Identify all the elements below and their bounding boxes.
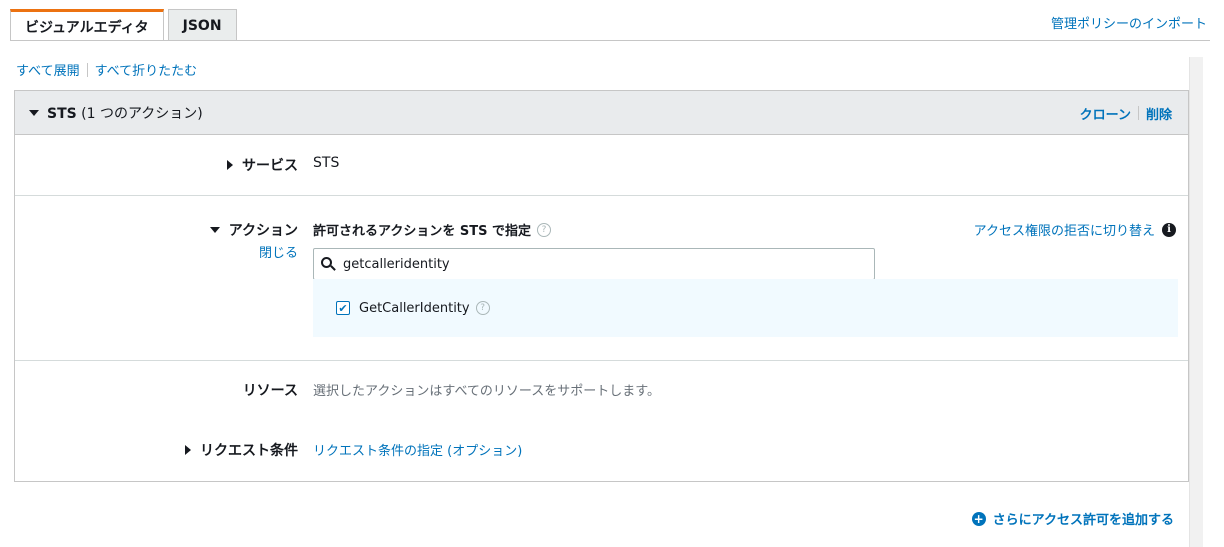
expand-all-link[interactable]: すべて展開 (16, 60, 80, 79)
permission-panel: STS (1 つのアクション) クローン 削除 サービス STS アクション 閉… (14, 90, 1189, 482)
switch-to-deny: アクセス権限の拒否に切り替え i (974, 220, 1176, 239)
collapse-all-link[interactable]: すべて折りたたむ (95, 60, 198, 79)
actions-label-text: アクション (228, 223, 298, 239)
service-label[interactable]: サービス (227, 155, 298, 175)
resources-value: 選択したアクションはすべてのリソースをサポートします。 (313, 384, 660, 399)
resources-row: リソース 選択したアクションはすべてのリソースをサポートします。 リクエスト条件… (15, 361, 1188, 481)
getcalleridentity-checkbox[interactable]: ✔ (336, 301, 350, 315)
help-icon[interactable]: ? (475, 301, 490, 315)
search-icon (321, 256, 336, 272)
action-result-list: ✔ GetCallerIdentity ? (313, 279, 1178, 337)
service-row: サービス STS (15, 135, 1188, 196)
divider (86, 62, 88, 77)
info-icon[interactable]: i (1162, 222, 1176, 237)
plus-circle-icon: + (971, 511, 986, 526)
action-result-label[interactable]: GetCallerIdentity (359, 301, 470, 316)
caret-right-icon[interactable] (227, 160, 233, 170)
resources-label: リソース (242, 383, 298, 399)
clone-link[interactable]: クローン (1080, 104, 1131, 123)
close-link[interactable]: 閉じる (259, 242, 298, 261)
actions-heading: 許可されるアクションを STS で指定 ? (313, 220, 551, 239)
panel-action-count: (1 つのアクション) (81, 105, 203, 122)
request-conditions-label[interactable]: リクエスト条件 (185, 440, 298, 460)
expand-collapse-controls: すべて展開 すべて折りたたむ (16, 60, 197, 79)
caret-right-icon[interactable] (185, 445, 191, 455)
editor-tabs: ビジュアルエディタ JSON (10, 9, 241, 41)
actions-search-input[interactable]: getcalleridentity (313, 248, 875, 280)
tabs-divider (10, 40, 1210, 41)
caret-down-icon[interactable] (209, 227, 220, 233)
panel-service-name: STS (47, 105, 77, 122)
tab-visual-editor[interactable]: ビジュアルエディタ (10, 9, 164, 41)
help-icon[interactable]: ? (537, 222, 551, 237)
specify-request-conditions-link[interactable]: リクエスト条件の指定 (オプション) (313, 440, 522, 459)
panel-title: STS (1 つのアクション) (47, 103, 203, 123)
request-conditions-label-text: リクエスト条件 (200, 443, 298, 459)
tab-json[interactable]: JSON (167, 9, 237, 41)
panel-header-actions: クローン 削除 (1080, 91, 1172, 135)
search-input-value[interactable]: getcalleridentity (343, 257, 450, 272)
service-label-text: サービス (242, 158, 298, 174)
add-permission-button[interactable]: + さらにアクセス許可を追加する (971, 509, 1174, 528)
scrollbar[interactable] (1189, 57, 1203, 547)
add-permission-label[interactable]: さらにアクセス許可を追加する (993, 509, 1174, 528)
caret-down-icon[interactable] (29, 109, 39, 116)
actions-heading-text: 許可されるアクションを STS で指定 (313, 224, 531, 239)
actions-label[interactable]: アクション (209, 220, 298, 240)
import-managed-policy-link[interactable]: 管理ポリシーのインポート (1051, 13, 1207, 32)
switch-to-deny-link[interactable]: アクセス権限の拒否に切り替え (974, 220, 1155, 239)
divider (1137, 106, 1139, 120)
delete-link[interactable]: 削除 (1146, 104, 1172, 123)
panel-header[interactable]: STS (1 つのアクション) クローン 削除 (15, 91, 1188, 135)
service-value: STS (313, 155, 340, 171)
actions-row: アクション 閉じる 許可されるアクションを STS で指定 ? アクセス権限の拒… (15, 196, 1188, 361)
